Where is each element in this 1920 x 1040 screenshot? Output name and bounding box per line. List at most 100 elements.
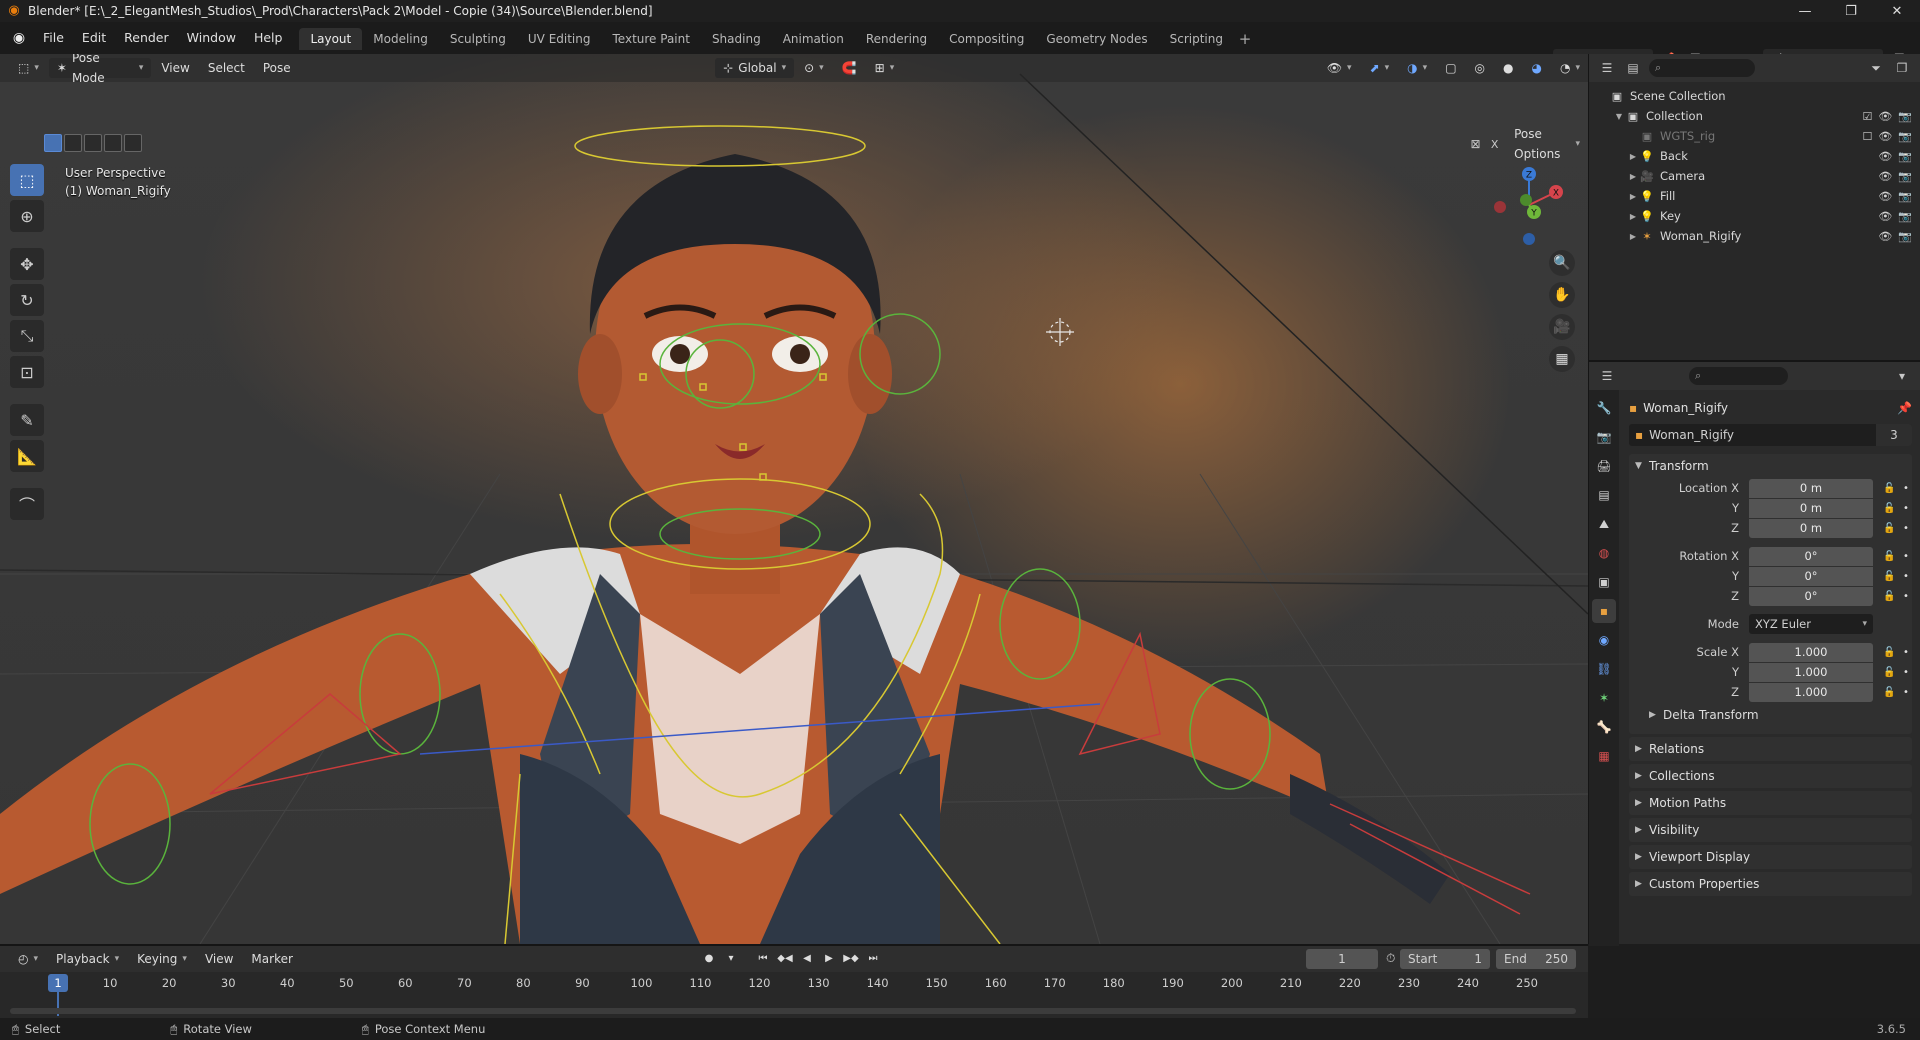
eye-icon[interactable]: 👁 (1878, 210, 1892, 223)
relations-section-header[interactable]: ▶ Relations (1629, 737, 1912, 761)
eye-icon[interactable]: 👁 (1878, 130, 1892, 143)
keyframe-dot-icon[interactable]: • (1903, 483, 1909, 494)
playhead-frame-label[interactable]: 1 (48, 974, 68, 992)
collections-section-header[interactable]: ▶ Collections (1629, 764, 1912, 788)
snap-settings-button[interactable]: ⊞ ▾ (867, 58, 903, 78)
tab-animation[interactable]: Animation (772, 28, 855, 50)
menu-render[interactable]: Render (115, 27, 178, 49)
outliner-editor-icon[interactable]: ☰ (1597, 58, 1617, 78)
rotation-x-field[interactable]: 0° (1749, 546, 1873, 566)
lock-icon[interactable]: 🔓 (1883, 571, 1897, 582)
jump-end-button[interactable]: ⏭ (864, 949, 882, 967)
select-mode-new[interactable] (44, 134, 62, 152)
overlay-toggle-button[interactable]: ◑ ▾ (1399, 58, 1435, 78)
checkbox-icon[interactable]: ☑ (1862, 110, 1872, 123)
view-layer-tab-icon[interactable]: ▤ (1592, 483, 1616, 507)
lock-icon[interactable]: 🔓 (1883, 483, 1897, 494)
expand-arrow-icon[interactable]: ▶ (1627, 192, 1639, 201)
ortho-grid-icon[interactable]: ▦ (1549, 346, 1575, 372)
custom-properties-section[interactable]: ▶ Custom Properties (1629, 872, 1912, 896)
visibility-section-header[interactable]: ▶ Visibility (1629, 818, 1912, 842)
camera-icon[interactable]: 📷 (1898, 230, 1912, 243)
shading-rendered-button[interactable]: ◔ ▾ (1552, 58, 1588, 78)
tool-tab-icon[interactable]: 🔧 (1592, 396, 1616, 420)
tree-row-back[interactable]: ▶ 💡 Back 👁 📷 (1589, 146, 1920, 166)
output-tab-icon[interactable]: 🖨 (1592, 454, 1616, 478)
checkbox-icon[interactable]: ☐ (1862, 130, 1872, 143)
menu-pose[interactable]: Pose (255, 58, 299, 78)
lock-icon[interactable]: 🔓 (1883, 551, 1897, 562)
prev-keyframe-button[interactable]: ◆◀ (776, 949, 794, 967)
menu-select[interactable]: Select (200, 58, 253, 78)
scale-tool[interactable]: ⤡ (10, 320, 44, 352)
expand-arrow-icon[interactable]: ▶ (1627, 232, 1639, 241)
tree-row-key[interactable]: ▶ 💡 Key 👁 📷 (1589, 206, 1920, 226)
keyframe-dot-icon[interactable]: • (1903, 591, 1909, 602)
location-y-field[interactable]: 0 m (1749, 498, 1873, 518)
mirror-icon[interactable]: ⊠ (1468, 134, 1483, 154)
new-collection-icon[interactable]: ❐ (1892, 58, 1912, 78)
xray-toggle-button[interactable]: ▢ (1437, 58, 1464, 78)
x-mirror-button[interactable]: X (1487, 134, 1503, 154)
rotation-z-field[interactable]: 0° (1749, 586, 1873, 606)
visibility-button[interactable]: 👁 ▾ (1319, 58, 1360, 78)
tab-texture-paint[interactable]: Texture Paint (602, 28, 701, 50)
pan-hand-icon[interactable]: ✋ (1549, 282, 1575, 308)
frame-ruler[interactable]: 10 20 30 40 50 60 70 80 90 100 110 120 130 140 150 160 1… (0, 972, 1588, 996)
scale-x-field[interactable]: 1.000 (1749, 642, 1873, 662)
object-datablock-field[interactable]: ▪ Woman_Rigify 3 (1629, 424, 1912, 446)
camera-view-icon[interactable]: 🎥 (1549, 314, 1575, 340)
transform-orientation-selector[interactable]: ⊹ Global ▾ (715, 58, 795, 78)
datablock-name[interactable]: Woman_Rigify (1643, 428, 1876, 442)
tree-row-fill[interactable]: ▶ 💡 Fill 👁 📷 (1589, 186, 1920, 206)
start-frame-field[interactable]: Start 1 (1400, 949, 1490, 969)
menu-view[interactable]: View (153, 58, 197, 78)
custom-properties-section-header[interactable]: ▶ Custom Properties (1629, 872, 1912, 896)
tab-modeling[interactable]: Modeling (362, 28, 439, 50)
properties-editor-icon[interactable]: ☰ (1597, 366, 1617, 386)
render-tab-icon[interactable]: 📷 (1592, 425, 1616, 449)
camera-icon[interactable]: 📷 (1898, 190, 1912, 203)
tab-sculpting[interactable]: Sculpting (439, 28, 517, 50)
select-mode-intersect[interactable] (124, 134, 142, 152)
snap-button[interactable]: 🧲 (834, 58, 865, 78)
camera-icon[interactable]: 📷 (1898, 150, 1912, 163)
keyframe-dot-icon[interactable]: • (1903, 571, 1909, 582)
lock-icon[interactable]: 🔓 (1883, 523, 1897, 534)
tree-row-scene-collection[interactable]: ▣ Scene Collection (1589, 86, 1920, 106)
camera-icon[interactable]: 📷 (1898, 110, 1912, 123)
object-tab-icon[interactable]: ▪ (1592, 599, 1616, 623)
relations-section[interactable]: ▶ Relations (1629, 737, 1912, 761)
lock-icon[interactable]: 🔓 (1883, 647, 1897, 658)
collection-tab-icon[interactable]: ▣ (1592, 570, 1616, 594)
pivot-point-button[interactable]: ⊙ ▾ (796, 58, 832, 78)
clock-icon[interactable]: ⏱ (1386, 951, 1395, 966)
menu-file[interactable]: File (34, 27, 73, 49)
jump-start-button[interactable]: ⏮ (754, 949, 772, 967)
transform-section-header[interactable]: ▼ Transform (1629, 454, 1912, 478)
tree-row-wgts[interactable]: ▣ WGTS_rig ☐ 👁 📷 (1589, 126, 1920, 146)
viewport-display-section[interactable]: ▶ Viewport Display (1629, 845, 1912, 869)
play-button[interactable]: ▶ (820, 949, 838, 967)
add-workspace-button[interactable]: + (1234, 28, 1256, 50)
eye-icon[interactable]: 👁 (1878, 110, 1892, 123)
keyframe-dot-icon[interactable]: • (1903, 551, 1909, 562)
menu-edit[interactable]: Edit (73, 27, 115, 49)
end-frame-field[interactable]: End 250 (1496, 949, 1576, 969)
world-tab-icon[interactable]: ◍ (1592, 541, 1616, 565)
play-reverse-button[interactable]: ◀ (798, 949, 816, 967)
move-tool[interactable]: ✥ (10, 248, 44, 280)
rotate-tool[interactable]: ↻ (10, 284, 44, 316)
delta-transform-subsection[interactable]: ▶ Delta Transform (1629, 702, 1912, 728)
blender-menu-icon[interactable]: ◉ (8, 27, 30, 49)
camera-icon[interactable]: 📷 (1898, 210, 1912, 223)
zoom-icon[interactable]: 🔍 (1549, 250, 1575, 276)
tab-rendering[interactable]: Rendering (855, 28, 938, 50)
menu-window[interactable]: Window (178, 27, 245, 49)
properties-search-input[interactable]: ⌕ (1689, 367, 1788, 385)
eye-icon[interactable]: 👁 (1878, 230, 1892, 243)
lock-icon[interactable]: 🔓 (1883, 687, 1897, 698)
expand-arrow-icon[interactable]: ▼ (1613, 112, 1625, 121)
motion-paths-section[interactable]: ▶ Motion Paths (1629, 791, 1912, 815)
display-mode-icon[interactable]: ▤ (1623, 58, 1643, 78)
